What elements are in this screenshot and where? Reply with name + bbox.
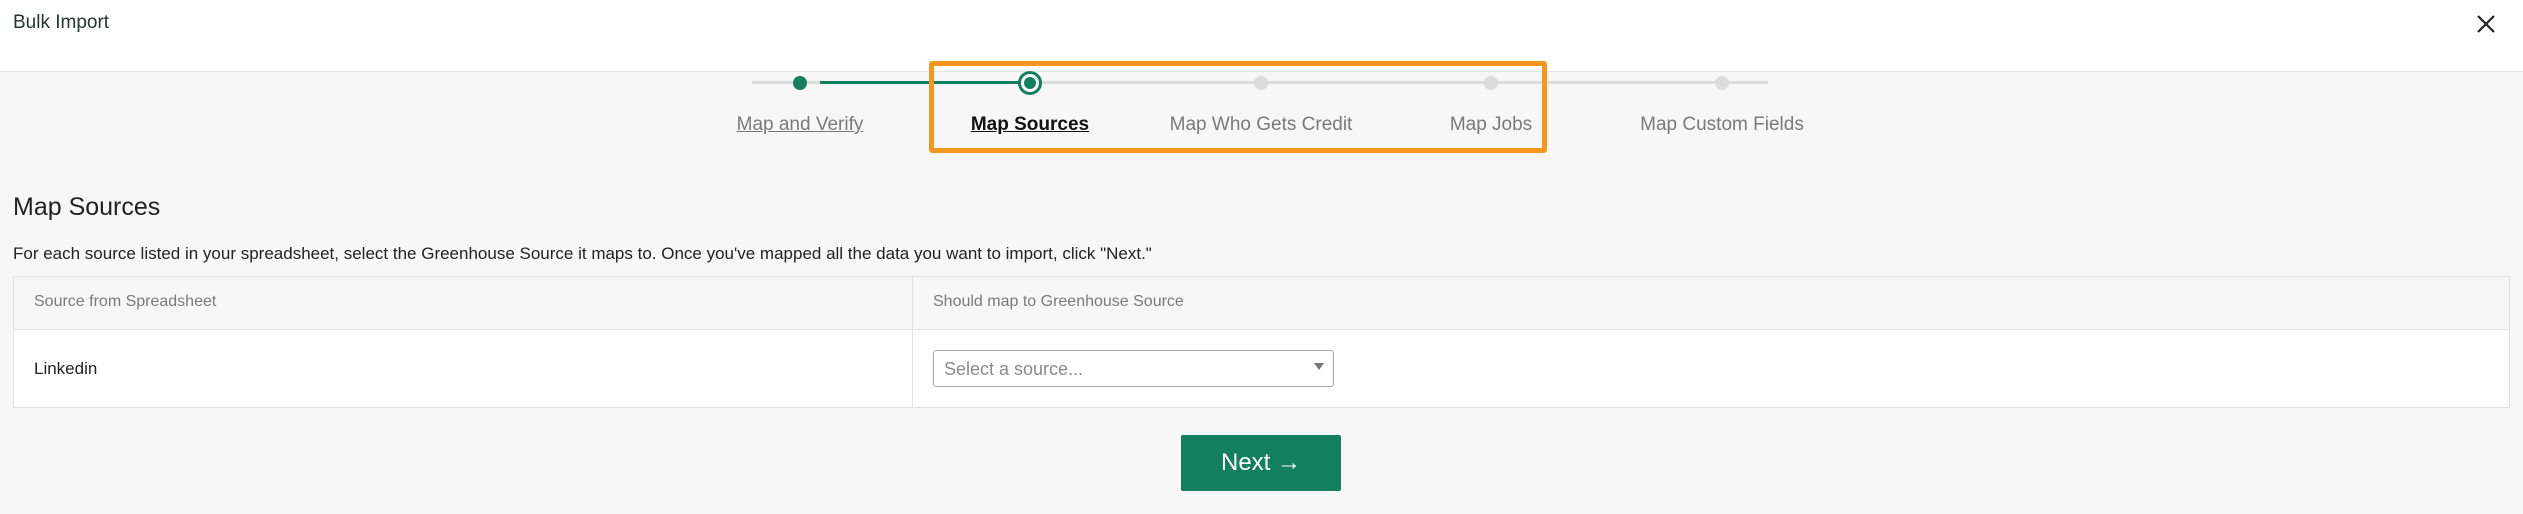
column-header-source: Source from Spreadsheet: [34, 293, 217, 310]
table-header: Source from Spreadsheet Should map to Gr…: [14, 277, 2509, 330]
instructions-text: For each source listed in your spreadshe…: [13, 244, 1152, 263]
column-header-greenhouse-source: Should map to Greenhouse Source: [933, 293, 1184, 310]
mapping-table: Source from Spreadsheet Should map to Gr…: [13, 276, 2510, 408]
select-placeholder: Select a source...: [944, 359, 1084, 379]
next-button[interactable]: Next →: [1181, 435, 1341, 491]
step-dot-map-and-verify: [793, 76, 807, 90]
source-cell: Linkedin: [34, 359, 98, 378]
progress-stepper: Map and Verify Map Sources Map Who Gets …: [0, 0, 2523, 160]
greenhouse-source-select[interactable]: Select a source...: [933, 350, 1334, 387]
step-map-and-verify[interactable]: Map and Verify: [680, 114, 920, 136]
page-title: Map Sources: [13, 193, 161, 221]
chevron-down-icon: [1314, 363, 1324, 370]
step-map-custom-fields[interactable]: Map Custom Fields: [1602, 114, 1842, 136]
step-dot-map-custom-fields: [1715, 76, 1729, 90]
highlight-annotation: [929, 61, 1547, 153]
column-divider: [912, 277, 913, 407]
